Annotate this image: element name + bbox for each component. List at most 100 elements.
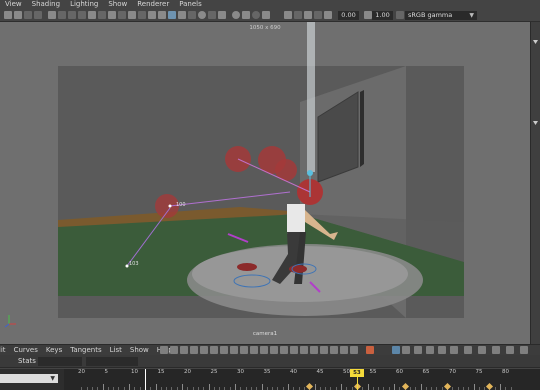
3d-viewport[interactable]: 1050 x 690 100 103 camera1 [0,22,530,344]
unify-tangent-icon[interactable] [330,346,338,354]
keyframe-marker[interactable] [306,382,314,390]
time-ruler[interactable]: 20 5 10 15 20 25 30 35 40 45 50 55 60 65 70 75 80 53 [64,369,540,390]
step-tangent-icon[interactable] [290,346,298,354]
color-space-dropdown[interactable]: sRGB gamma ▼ [405,11,477,20]
center-view-icon[interactable] [230,346,238,354]
keyframe-marker[interactable] [401,382,409,390]
timing-icon[interactable] [478,346,486,354]
graph-editor-menu-curves[interactable]: Curves [10,345,42,356]
playhead-line [356,377,358,390]
graph-editor-menu-keys[interactable]: Keys [42,345,66,356]
graph-editor-menu-show[interactable]: Show [126,345,153,356]
graph-editor-menu-list[interactable]: List [106,345,126,356]
textured-icon[interactable] [168,11,176,19]
curve-normalize-icon[interactable] [426,346,434,354]
flat-tangent-icon[interactable] [280,346,288,354]
plateau-tangent-icon[interactable] [300,346,308,354]
xray-active-icon[interactable] [262,11,270,19]
wireframe-icon[interactable] [118,11,126,19]
menu-panels[interactable]: Panels [174,0,207,9]
current-frame-indicator[interactable]: 53 [349,369,364,377]
clamped-tangent-icon[interactable] [260,346,268,354]
auto-load-icon[interactable] [366,346,374,354]
exposure-field[interactable]: 0.00 [338,11,359,20]
curve-display-icon[interactable] [492,346,500,354]
ruler-tick [341,384,342,390]
region-icon[interactable] [190,346,198,354]
free-tangent-weight-icon[interactable] [340,346,348,354]
gamma-field[interactable]: 1.00 [372,11,393,20]
ruler-tick-label: 10 [131,369,138,375]
keyframe-marker[interactable] [486,382,494,390]
stacked-curves-icon[interactable] [438,346,446,354]
side-scroll-strip[interactable] [530,22,540,344]
shadows-icon[interactable] [188,11,196,19]
lights-icon[interactable] [178,11,186,19]
frame-all-icon[interactable] [210,346,218,354]
lattice-icon[interactable] [180,346,188,354]
gate-mask-icon[interactable] [78,11,86,19]
camera-sequencer-icon[interactable] [304,11,312,19]
field-chart-icon[interactable] [88,11,96,19]
menu-renderer[interactable]: Renderer [132,0,174,9]
post-infinity-icon[interactable] [414,346,422,354]
lock-tangent-weight-icon[interactable] [350,346,358,354]
buffer-curve-icon[interactable] [310,346,318,354]
ambient-occlusion-icon[interactable] [198,11,206,19]
frame-playback-icon[interactable] [220,346,228,354]
xray-joints-icon[interactable] [252,11,260,19]
insert-key-icon[interactable] [170,346,178,354]
bookmark-icon[interactable] [24,11,32,19]
key-stats-icon[interactable] [450,346,458,354]
graph-editor-menu-edit[interactable]: Edit [0,345,10,356]
depth-of-field-icon[interactable] [232,11,240,19]
stats-value-field[interactable] [86,357,138,366]
keyframe-marker[interactable] [443,382,452,390]
antialiasing-icon[interactable] [218,11,226,19]
linear-tangent-icon[interactable] [270,346,278,354]
overflow-icon[interactable] [520,346,528,354]
snap-icon[interactable] [464,346,472,354]
dope-sheet-icon[interactable] [392,346,400,354]
menu-show[interactable]: Show [103,0,132,9]
ruler-tick-label: 30 [237,369,244,375]
gamma-icon[interactable] [364,11,372,19]
break-tangent-icon[interactable] [320,346,328,354]
isolate-select-icon[interactable] [242,11,250,19]
graph-editor-menu-tangents[interactable]: Tangents [66,345,105,356]
filter-icon[interactable] [506,346,514,354]
motion-blur-icon[interactable] [208,11,216,19]
safe-action-icon[interactable] [98,11,106,19]
grid-icon[interactable] [48,11,56,19]
stats-frame-field[interactable] [38,357,82,366]
auto-tangent-icon[interactable] [240,346,248,354]
chevron-down-icon[interactable] [533,121,538,125]
ruler-tick [208,384,210,390]
color-management-icon[interactable] [396,11,404,19]
retime-icon[interactable] [200,346,208,354]
wireframe-on-shaded-icon[interactable] [148,11,156,19]
film-gate-icon[interactable] [58,11,66,19]
resolution-gate-icon[interactable] [68,11,76,19]
grease-pencil-icon[interactable] [314,11,322,19]
hud-icon[interactable] [284,11,292,19]
menu-lighting[interactable]: Lighting [65,0,103,9]
image-plane-icon[interactable] [34,11,42,19]
menu-shading[interactable]: Shading [27,0,65,9]
move-key-icon[interactable] [160,346,168,354]
spline-tangent-icon[interactable] [250,346,258,354]
outliner-filter-dropdown[interactable]: ▼ [0,374,58,383]
camera-attributes-icon[interactable] [14,11,22,19]
range-marker [144,369,146,390]
smooth-shade-icon[interactable] [128,11,136,19]
exposure-icon[interactable] [324,11,332,19]
default-material-icon[interactable] [138,11,146,19]
xray-icon[interactable] [158,11,166,19]
ruler-tick-label: 60 [396,369,403,375]
menu-view[interactable]: View [0,0,27,9]
pre-infinity-icon[interactable] [402,346,410,354]
two-sided-lighting-icon[interactable] [294,11,302,19]
safe-title-icon[interactable] [108,11,116,19]
select-camera-icon[interactable] [4,11,12,19]
chevron-down-icon[interactable] [533,40,538,44]
